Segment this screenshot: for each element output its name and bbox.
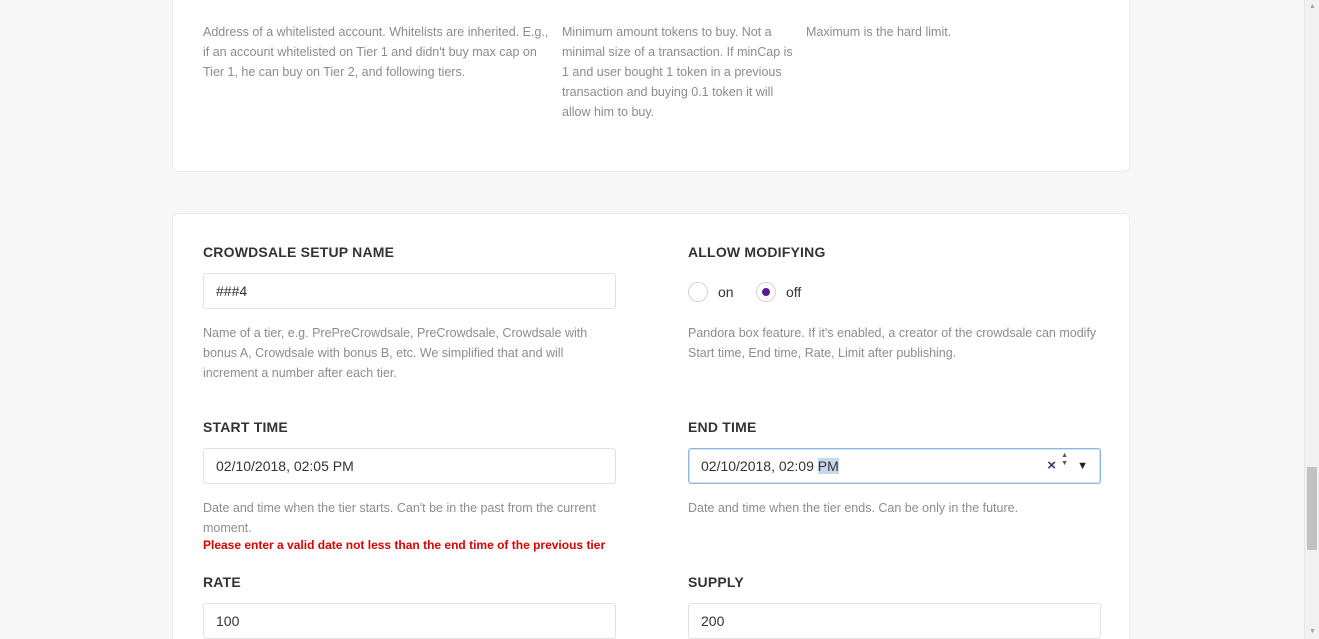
scroll-down-icon[interactable]: ▼ (1308, 628, 1317, 636)
whitelist-min-help: Minimum amount tokens to buy. Not a mini… (562, 25, 793, 119)
radio-selected-dot (762, 288, 770, 296)
whitelist-card: Address of a whitelisted account. Whitel… (172, 0, 1130, 172)
spin-down-icon[interactable]: ▼ (1061, 460, 1068, 467)
scrollbar-thumb[interactable] (1307, 467, 1317, 550)
tier-card: CROWDSALE SETUP NAME ###4 Name of a tier… (172, 213, 1130, 639)
whitelist-address-help: Address of a whitelisted account. Whitel… (203, 25, 549, 79)
start-time-help: Date and time when the tier starts. Can'… (203, 501, 596, 535)
scroll-up-icon[interactable]: ▲ (1308, 3, 1317, 11)
radio-off-option[interactable]: off (756, 282, 801, 302)
start-time-error: Please enter a valid date not less than … (203, 538, 606, 552)
end-time-value: 02/10/2018, 02:09 (701, 458, 814, 474)
whitelist-max-help: Maximum is the hard limit. (806, 25, 952, 39)
rate-label: RATE (203, 574, 241, 590)
end-time-label: END TIME (688, 419, 757, 435)
end-time-help: Date and time when the tier ends. Can be… (688, 501, 1019, 515)
start-time-label: START TIME (203, 419, 288, 435)
supply-label: SUPPLY (688, 574, 744, 590)
dropdown-icon[interactable]: ▼ (1077, 459, 1088, 473)
allow-modifying-help: Pandora box feature. If it's enabled, a … (688, 326, 1097, 360)
page-scrollbar[interactable]: ▲ ▼ (1304, 0, 1319, 639)
setup-name-label: CROWDSALE SETUP NAME (203, 244, 395, 260)
end-time-input[interactable]: 02/10/2018, 02:09 PM × ▲ ▼ ▼ (688, 448, 1101, 484)
spin-icon[interactable]: ▲ ▼ (1061, 452, 1068, 468)
setup-name-input[interactable]: ###4 (203, 273, 616, 309)
rate-input[interactable]: 100 (203, 603, 616, 639)
supply-input[interactable]: 200 (688, 603, 1101, 639)
end-time-selected-segment[interactable]: PM (817, 458, 839, 474)
radio-on[interactable] (688, 282, 708, 302)
allow-modifying-label: ALLOW MODIFYING (688, 244, 826, 260)
radio-on-label: on (718, 284, 734, 300)
setup-name-help: Name of a tier, e.g. PrePreCrowdsale, Pr… (203, 326, 588, 380)
radio-off-label: off (786, 284, 802, 300)
radio-on-option[interactable]: on (688, 282, 734, 302)
spin-up-icon[interactable]: ▲ (1061, 452, 1068, 459)
clear-icon[interactable]: × (1047, 458, 1056, 474)
radio-off[interactable] (756, 282, 776, 302)
page-viewport: Address of a whitelisted account. Whitel… (0, 0, 1319, 639)
start-time-input[interactable]: 02/10/2018, 02:05 PM (203, 448, 616, 484)
